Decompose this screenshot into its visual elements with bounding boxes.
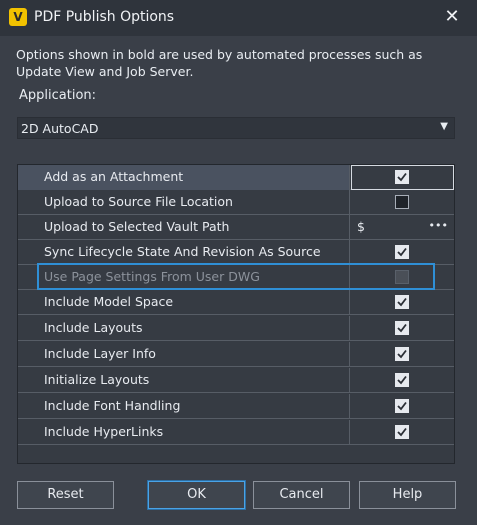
option-value-cell bbox=[351, 394, 454, 419]
options-grid: Add as an Attachment Upload to Source Fi… bbox=[17, 164, 455, 464]
dialog-title: PDF Publish Options bbox=[34, 9, 175, 25]
vault-path-value: $ bbox=[357, 219, 365, 234]
option-value-cell bbox=[351, 368, 454, 393]
title-bar: V PDF Publish Options ✕ bbox=[0, 0, 477, 36]
option-row-layouts[interactable]: Include Layouts bbox=[18, 316, 454, 341]
application-select[interactable]: 2D AutoCAD ▼ bbox=[17, 117, 455, 139]
option-row-layer-info[interactable]: Include Layer Info bbox=[18, 342, 454, 367]
chevron-down-icon: ▼ bbox=[440, 121, 448, 132]
option-value-cell bbox=[351, 190, 454, 215]
checkbox-sync-lifecycle[interactable] bbox=[395, 245, 409, 259]
checkbox-layouts[interactable] bbox=[395, 321, 409, 335]
option-value-cell bbox=[351, 240, 454, 265]
option-value-cell bbox=[351, 316, 454, 341]
cancel-button[interactable]: Cancel bbox=[253, 481, 350, 509]
checkbox-model-space[interactable] bbox=[395, 295, 409, 309]
vault-app-icon: V bbox=[9, 8, 27, 26]
application-select-value: 2D AutoCAD bbox=[21, 121, 99, 136]
highlight-box bbox=[37, 263, 435, 290]
checkbox-layer-info[interactable] bbox=[395, 347, 409, 361]
option-label: Upload to Source File Location bbox=[18, 190, 350, 215]
checkbox-initialize-layouts[interactable] bbox=[395, 373, 409, 387]
browse-ellipsis-icon[interactable]: ••• bbox=[429, 215, 448, 237]
option-label: Include Model Space bbox=[18, 290, 350, 315]
application-label: Application: bbox=[19, 88, 97, 103]
option-label: Include HyperLinks bbox=[18, 420, 350, 445]
option-row-upload-source[interactable]: Upload to Source File Location bbox=[18, 190, 454, 215]
option-row-add-attachment[interactable]: Add as an Attachment bbox=[18, 165, 454, 190]
option-row-upload-vault-path[interactable]: Upload to Selected Vault Path $ ••• bbox=[18, 215, 454, 240]
option-label: Include Font Handling bbox=[18, 394, 350, 419]
ok-button[interactable]: OK bbox=[147, 480, 246, 510]
close-icon[interactable]: ✕ bbox=[441, 6, 463, 28]
option-row-sync-lifecycle[interactable]: Sync Lifecycle State And Revision As Sou… bbox=[18, 240, 454, 265]
option-label: Sync Lifecycle State And Revision As Sou… bbox=[18, 240, 350, 265]
option-label: Initialize Layouts bbox=[18, 368, 350, 393]
checkbox-add-attachment[interactable] bbox=[395, 170, 409, 184]
option-label: Include Layouts bbox=[18, 316, 350, 341]
option-row-font-handling[interactable]: Include Font Handling bbox=[18, 394, 454, 419]
option-row-initialize-layouts[interactable]: Initialize Layouts bbox=[18, 368, 454, 393]
checkbox-font-handling[interactable] bbox=[395, 399, 409, 413]
option-row-hyperlinks[interactable]: Include HyperLinks bbox=[18, 420, 454, 445]
option-label: Upload to Selected Vault Path bbox=[18, 215, 350, 240]
checkbox-hyperlinks[interactable] bbox=[395, 425, 409, 439]
pdf-publish-options-dialog: V PDF Publish Options ✕ Options shown in… bbox=[0, 0, 477, 525]
option-row-model-space[interactable]: Include Model Space bbox=[18, 290, 454, 315]
option-value-cell bbox=[351, 342, 454, 367]
option-label: Add as an Attachment bbox=[18, 165, 350, 190]
option-label: Include Layer Info bbox=[18, 342, 350, 367]
option-value-cell bbox=[351, 165, 454, 190]
help-button[interactable]: Help bbox=[359, 481, 456, 509]
option-value-cell bbox=[351, 420, 454, 445]
option-value-cell[interactable]: $ ••• bbox=[351, 215, 454, 240]
option-value-cell bbox=[351, 290, 454, 315]
checkbox-upload-source[interactable] bbox=[395, 195, 409, 209]
reset-button[interactable]: Reset bbox=[17, 481, 114, 509]
description-text: Options shown in bold are used by automa… bbox=[16, 47, 423, 79]
